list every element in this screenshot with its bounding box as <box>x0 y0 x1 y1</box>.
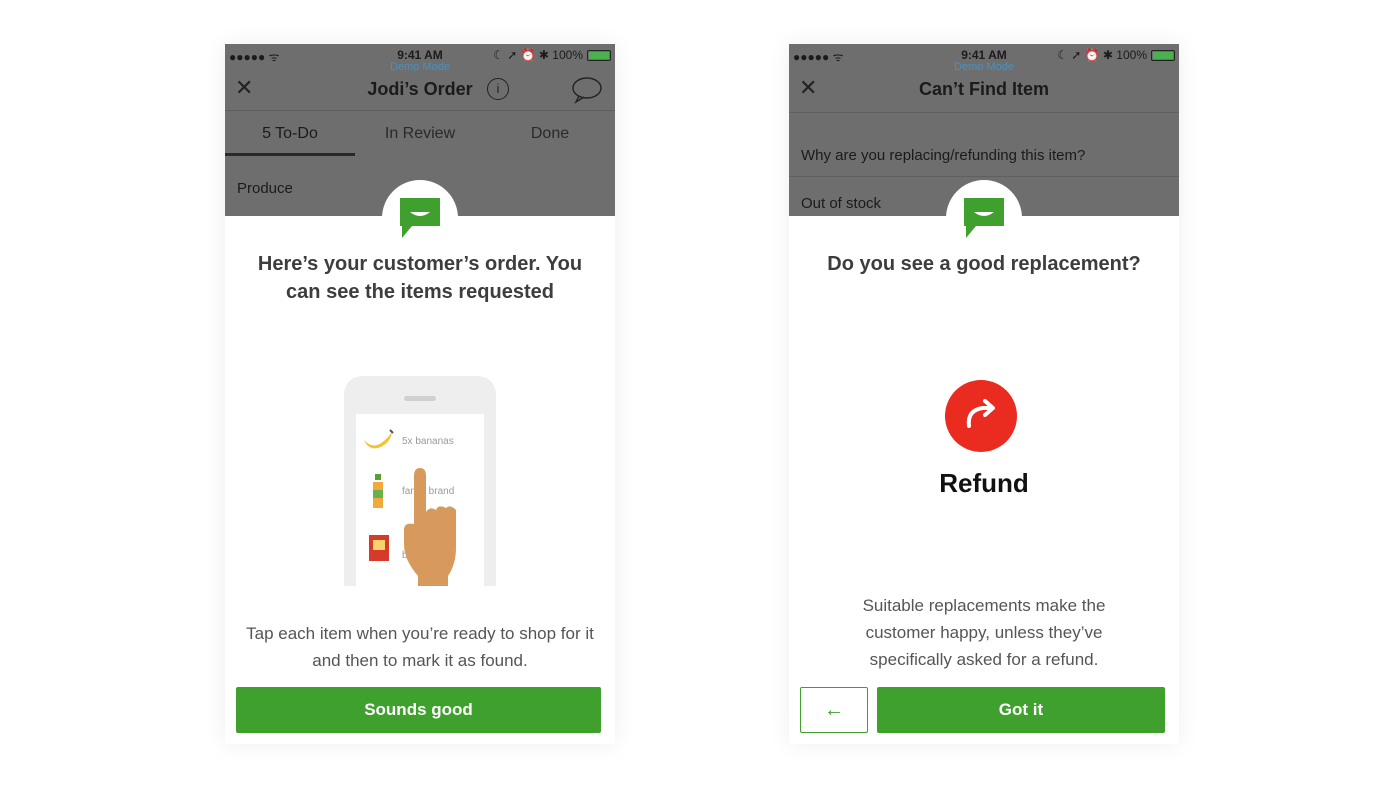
battery-icon <box>1151 49 1175 61</box>
chat-smile-icon <box>964 198 1004 238</box>
onboarding-screen-order: ●●●●● ᯤ 9:41 AM ☾ ➚ ⏰ ✱ 100% Demo Mode ✕… <box>225 44 615 744</box>
hand-pointer-icon <box>404 468 456 586</box>
tab-to-do[interactable]: 5 To-Do <box>225 112 355 156</box>
coachmark-headline: Do you see a good replacement? <box>827 253 1141 275</box>
reason-answer[interactable]: Out of stock <box>801 195 881 212</box>
refund-badge <box>945 380 1017 452</box>
order-tabs: 5 To-Do In Review Done <box>225 112 615 156</box>
info-icon[interactable]: i <box>487 78 509 100</box>
banana-icon <box>364 429 394 449</box>
sounds-good-button[interactable]: Sounds good <box>236 687 601 733</box>
box-icon <box>369 535 389 561</box>
tab-in-review[interactable]: In Review <box>355 112 485 156</box>
chat-bubble-icon[interactable] <box>571 76 603 109</box>
status-icons: ☾ ➚ ⏰ ✱ 100% <box>1057 48 1147 62</box>
divider <box>789 112 1179 113</box>
status-right: ☾ ➚ ⏰ ✱ 100% <box>493 48 611 62</box>
onboarding-screen-cant-find: ●●●●● ᯤ 9:41 AM ☾ ➚ ⏰ ✱ 100% Demo Mode ✕… <box>789 44 1179 744</box>
phone-illustration: 5x bananas fancy brand b p <box>344 376 496 586</box>
nav-bar: ✕ Can’t Find Item <box>789 70 1179 110</box>
coachmark-description: Tap each item when you’re ready to shop … <box>246 624 594 670</box>
coachmark-description: Suitable replacements make the customer … <box>862 596 1106 669</box>
nav-bar: ✕ Jodi’s Order i <box>225 70 615 110</box>
battery-icon <box>587 49 611 61</box>
redirect-arrow-icon <box>966 399 995 428</box>
coachmark-badge <box>382 180 458 256</box>
refund-label: Refund <box>939 468 1029 498</box>
coachmark-badge <box>946 180 1022 256</box>
page-title: Jodi’s Order <box>367 79 473 99</box>
got-it-button[interactable]: Got it <box>877 687 1165 733</box>
status-right: ☾ ➚ ⏰ ✱ 100% <box>1057 48 1175 62</box>
chat-smile-icon <box>400 198 440 238</box>
illustration-item: 5x bananas <box>402 436 454 447</box>
bottle-icon <box>373 474 383 508</box>
back-button[interactable]: ← <box>800 687 868 733</box>
reason-question: Why are you replacing/refunding this ite… <box>801 147 1086 164</box>
coachmark-headline: Here’s your customer’s order. You can se… <box>257 253 583 303</box>
divider <box>789 176 1179 177</box>
divider <box>225 110 615 111</box>
status-icons: ☾ ➚ ⏰ ✱ 100% <box>493 48 583 62</box>
page-title: Can’t Find Item <box>919 79 1049 99</box>
illustration-screen: 5x bananas fancy brand b p <box>356 414 484 586</box>
section-produce: Produce <box>237 180 293 197</box>
tab-done[interactable]: Done <box>485 112 615 156</box>
